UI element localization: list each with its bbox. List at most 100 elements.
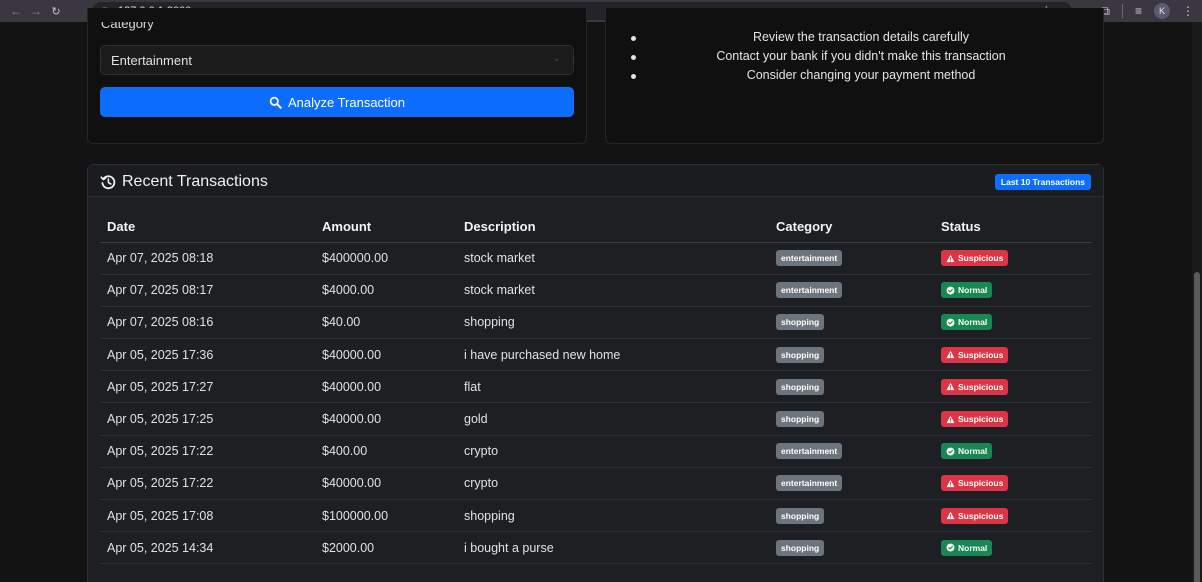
status-badge-label: Suspicious	[958, 381, 1004, 392]
cell-description: i bought a purse	[457, 531, 769, 565]
status-badge-label: Suspicious	[958, 349, 1004, 360]
column-header-status: Status	[934, 211, 1092, 243]
cell-amount: $40.00	[315, 306, 457, 340]
category-badge: shopping	[776, 346, 825, 363]
cell-status: Suspicious	[934, 467, 1092, 501]
table-row: Apr 07, 2025 08:17 $4000.00 stock market en…	[100, 274, 1092, 307]
recommendations-list: Review the transaction details carefully…	[631, 28, 1091, 85]
cell-amount: $40000.00	[315, 370, 457, 404]
last-transactions-badge: Last 10 Transactions	[994, 174, 1091, 190]
cell-status: Suspicious	[934, 370, 1092, 404]
status-badge: Suspicious	[941, 411, 1009, 428]
table-row: Apr 05, 2025 14:34 $2000.00 i bought a pur…	[100, 531, 1092, 565]
reading-list-icon[interactable]: ≡	[1135, 4, 1142, 18]
status-badge: Normal	[941, 314, 993, 331]
cell-description: stock market	[457, 274, 769, 307]
transactions-table-body: Apr 07, 2025 08:18 $400000.00 stock market…	[100, 242, 1092, 565]
cell-date: Apr 05, 2025 17:36	[100, 338, 315, 372]
cell-date: Apr 05, 2025 17:08	[100, 499, 315, 533]
transactions-table: Date Amount Description Category Status …	[100, 211, 1092, 565]
status-badge-label: Normal	[958, 285, 988, 296]
status-badge: Suspicious	[941, 475, 1009, 492]
browser-menu-icon[interactable]: ⋮	[1182, 4, 1194, 18]
cell-description: flat	[457, 370, 769, 404]
status-badge: Suspicious	[941, 250, 1009, 267]
cell-description: shopping	[457, 499, 769, 533]
search-icon	[269, 96, 282, 109]
category-label: Category	[101, 22, 154, 31]
category-badge: entertainment	[776, 475, 843, 492]
status-badge: Suspicious	[941, 346, 1009, 363]
status-badge-label: Suspicious	[958, 510, 1004, 521]
column-header-description: Description	[457, 211, 769, 243]
cell-category: shopping	[769, 531, 934, 565]
cell-amount: $40000.00	[315, 402, 457, 436]
cell-category: entertainment	[769, 274, 934, 307]
status-badge-label: Suspicious	[958, 414, 1004, 425]
cell-status: Normal	[934, 435, 1092, 468]
cell-status: Normal	[934, 306, 1092, 340]
recommendation-item: Contact your bank if you didn't make thi…	[631, 47, 1091, 66]
cell-date: Apr 05, 2025 17:27	[100, 370, 315, 404]
forward-arrow-icon[interactable]: →	[26, 4, 46, 18]
category-badge: entertainment	[776, 282, 843, 299]
cell-status: Normal	[934, 531, 1092, 565]
cell-status: Normal	[934, 274, 1092, 307]
scrollbar-thumb[interactable]	[1194, 272, 1200, 582]
status-badge: Normal	[941, 443, 993, 460]
cell-description: gold	[457, 402, 769, 436]
column-header-amount: Amount	[315, 211, 457, 243]
table-row: Apr 05, 2025 17:08 $100000.00 shopping shop…	[100, 499, 1092, 533]
cell-date: Apr 05, 2025 17:22	[100, 467, 315, 501]
cell-category: shopping	[769, 402, 934, 436]
back-arrow-icon[interactable]: ←	[6, 4, 26, 18]
toolbar-divider	[1121, 4, 1123, 18]
cell-amount: $4000.00	[315, 274, 457, 307]
cell-description: crypto	[457, 467, 769, 501]
analyze-button-label: Analyze Transaction	[287, 94, 406, 110]
status-badge-label: Normal	[958, 542, 988, 553]
status-badge: Suspicious	[941, 507, 1009, 524]
reload-icon[interactable]: ↻	[46, 5, 66, 18]
cell-status: Suspicious	[934, 499, 1092, 533]
cell-date: Apr 05, 2025 17:25	[100, 402, 315, 436]
cell-category: shopping	[769, 499, 934, 533]
analyze-transaction-button[interactable]: Analyze Transaction	[100, 87, 574, 117]
status-badge-label: Suspicious	[958, 478, 1004, 489]
cell-description: crypto	[457, 435, 769, 468]
table-row: Apr 05, 2025 17:22 $40000.00 crypto enterta…	[100, 467, 1092, 501]
history-icon	[100, 175, 116, 190]
category-select[interactable]: Entertainment ⌄	[100, 45, 574, 75]
column-header-date: Date	[100, 211, 315, 243]
cell-date: Apr 07, 2025 08:18	[100, 242, 315, 275]
cell-amount: $100000.00	[315, 499, 457, 533]
category-badge: shopping	[776, 411, 825, 428]
category-badge: shopping	[776, 539, 825, 556]
cell-description: i have purchased new home	[457, 338, 769, 372]
cell-date: Apr 07, 2025 08:16	[100, 306, 315, 340]
cell-category: shopping	[769, 370, 934, 404]
cell-status: Suspicious	[934, 242, 1092, 275]
page-scrollbar[interactable]	[1192, 22, 1202, 582]
recommendations-card: Review the transaction details carefully…	[605, 8, 1104, 144]
recent-transactions-card: Recent Transactions Last 10 Transactions…	[87, 164, 1104, 582]
status-badge-label: Normal	[958, 317, 988, 328]
cell-amount: $40000.00	[315, 338, 457, 372]
cell-date: Apr 05, 2025 17:22	[100, 435, 315, 468]
warning-triangle-icon	[946, 383, 955, 391]
category-badge: shopping	[776, 314, 825, 331]
status-badge-label: Normal	[958, 446, 988, 457]
profile-avatar[interactable]: K	[1154, 3, 1170, 19]
cell-description: stock market	[457, 242, 769, 275]
cell-amount: $40000.00	[315, 467, 457, 501]
cell-category: shopping	[769, 306, 934, 340]
recent-transactions-title: Recent Transactions	[100, 173, 268, 191]
status-badge: Normal	[941, 282, 993, 299]
check-circle-icon	[946, 447, 955, 456]
cell-category: entertainment	[769, 242, 934, 275]
status-badge: Normal	[941, 539, 993, 556]
table-row: Apr 07, 2025 08:16 $40.00 shopping shopping…	[100, 306, 1092, 340]
category-badge: shopping	[776, 507, 825, 524]
cell-amount: $400000.00	[315, 242, 457, 275]
status-badge-label: Suspicious	[958, 253, 1004, 264]
